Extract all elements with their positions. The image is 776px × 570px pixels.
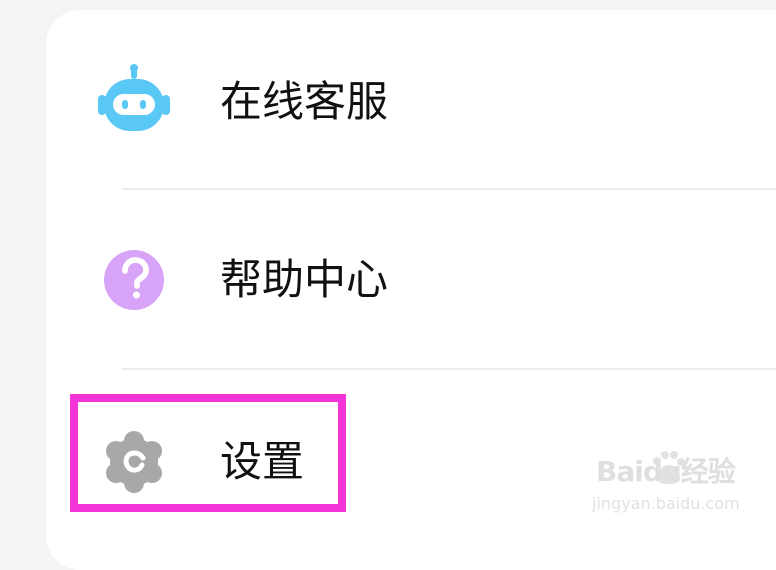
menu-item-online-service[interactable]: 在线客服 (0, 42, 776, 162)
watermark-url: jingyan.baidu.com (592, 494, 740, 513)
divider (122, 188, 776, 190)
watermark-main-text: Baidu经验 (596, 455, 736, 488)
robot-icon (98, 64, 170, 131)
question-icon (104, 250, 164, 310)
online-service-label: 在线客服 (220, 77, 389, 126)
selection-highlight (70, 394, 346, 512)
help-center-label: 帮助中心 (220, 255, 389, 304)
divider (122, 368, 776, 370)
watermark: Baidu经验 jingyan.baidu.com (592, 451, 742, 526)
menu-item-help-center[interactable]: 帮助中心 (0, 220, 776, 340)
